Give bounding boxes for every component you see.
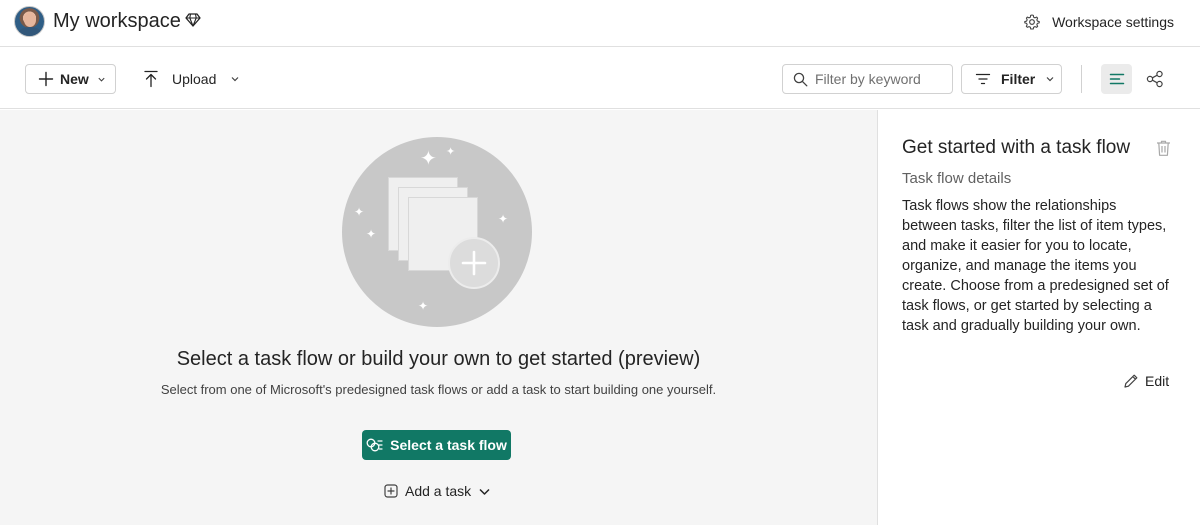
task-flow-icon [366,438,383,451]
chevron-down-icon [1046,77,1054,82]
gear-icon [1024,14,1040,30]
upload-button[interactable]: Upload [143,64,240,94]
workspace-settings-label: Workspace settings [1052,14,1174,30]
filter-button[interactable]: Filter [961,64,1062,94]
select-task-flow-button[interactable]: Select a task flow [362,430,511,460]
upload-arrow-icon [144,70,158,88]
workspace-toolbar: New Upload Filter [0,47,1200,109]
filter-label: Filter [1001,71,1036,87]
toolbar-divider [1081,65,1082,93]
search-icon [793,72,808,86]
diamond-icon[interactable] [185,12,201,28]
task-flow-details-panel: Get started with a task flow Task flow d… [877,110,1200,525]
pencil-icon [1124,374,1138,388]
add-task-button[interactable]: Add a task [384,480,491,502]
task-flow-canvas: ✦ ✦ ✦ ✦ ✦ ✦ Select a task flow or build … [0,110,877,525]
plus-icon [38,71,54,87]
panel-title: Get started with a task flow [902,137,1131,158]
canvas-subtitle: Select from one of Microsoft's predesign… [160,382,717,397]
edit-button[interactable]: Edit [1123,373,1169,389]
select-task-flow-label: Select a task flow [390,437,507,453]
new-button[interactable]: New [25,64,116,94]
list-view-icon [1109,73,1124,85]
chevron-down-icon [98,77,105,82]
task-flow-view-button[interactable] [1140,64,1170,94]
keyword-filter-input[interactable] [815,71,945,87]
chevron-down-icon [479,488,490,495]
canvas-title: Select a task flow or build your own to … [176,348,701,370]
user-avatar[interactable] [14,6,45,37]
trash-icon[interactable] [1155,139,1172,157]
list-view-button[interactable] [1101,64,1132,94]
new-label: New [60,71,89,87]
task-flow-view-icon [1146,70,1163,88]
filter-lines-icon [975,73,991,85]
add-task-label: Add a task [405,483,472,499]
chevron-down-icon [231,77,239,82]
workspace-header: My workspace Workspace settings [0,0,1200,47]
panel-subtitle: Task flow details [902,170,1012,187]
keyword-filter-box[interactable] [782,64,953,94]
workspace-title: My workspace [53,10,181,32]
add-square-icon [384,484,398,498]
panel-description: Task flows show the relationships betwee… [902,198,1169,334]
upload-label: Upload [172,71,217,87]
workspace-settings-button[interactable]: Workspace settings [1023,11,1174,33]
task-flow-illustration: ✦ ✦ ✦ ✦ ✦ ✦ [342,137,532,327]
edit-label: Edit [1145,373,1170,389]
